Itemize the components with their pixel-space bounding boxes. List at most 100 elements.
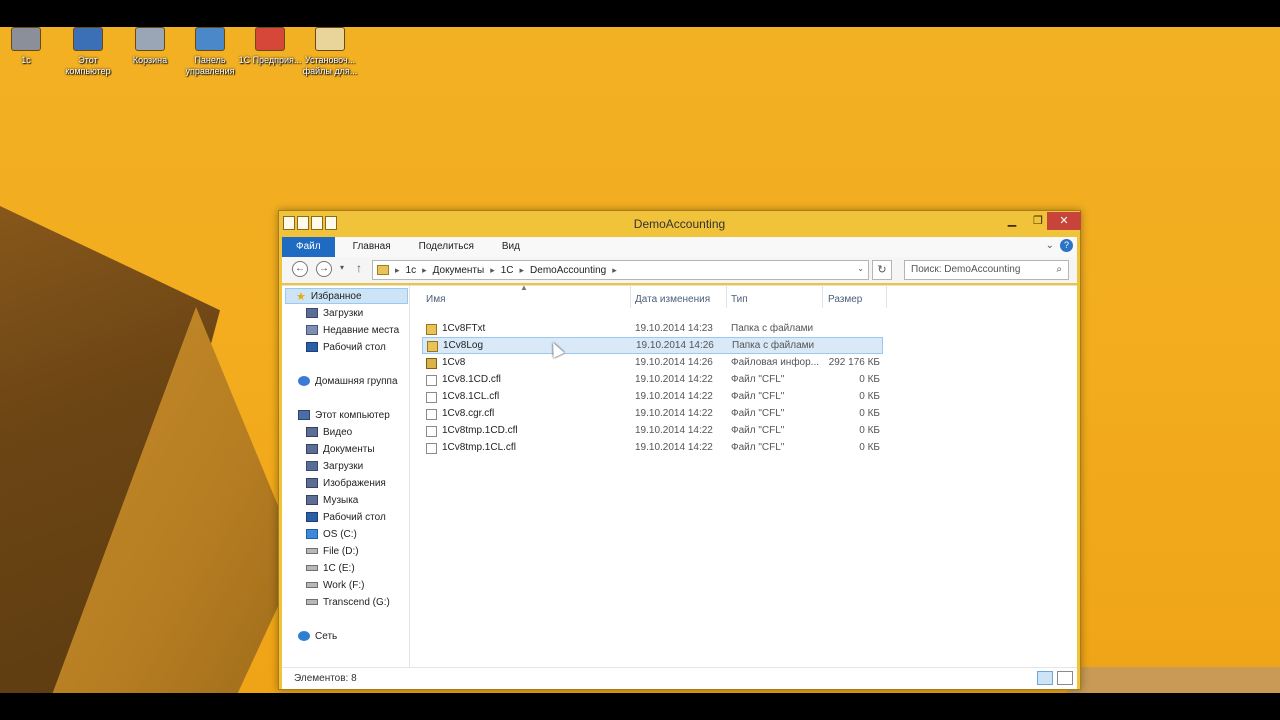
nav-desktop-pc[interactable]: Рабочий стол [306, 509, 386, 525]
desktop-icon-install-files[interactable]: Установоч... файлы для... [298, 27, 362, 77]
network-icon [298, 631, 310, 641]
tab-file[interactable]: Файл [282, 237, 335, 257]
close-button[interactable]: ✕ [1047, 212, 1081, 230]
file-name: 1Cv8tmp.1CD.cfl [442, 425, 518, 436]
desktop-icon-label: Панель управления [185, 55, 235, 76]
file-date: 19.10.2014 14:26 [636, 340, 714, 351]
breadcrumb-separator[interactable]: ▸ [518, 265, 527, 276]
nav-downloads-pc[interactable]: Загрузки [306, 458, 363, 474]
nav-label: File (D:) [323, 545, 359, 557]
file-row[interactable]: 1Cv8.cgr.cfl 19.10.2014 14:22 Файл "CFL"… [422, 406, 883, 423]
column-divider[interactable] [822, 286, 823, 308]
column-divider[interactable] [630, 286, 631, 308]
up-button[interactable]: ↑ [356, 261, 362, 275]
nav-label: Загрузки [323, 307, 364, 319]
nav-drive-c[interactable]: OS (C:) [306, 526, 357, 542]
breadcrumb-separator[interactable]: ▸ [420, 265, 429, 276]
nav-label: Рабочий стол [323, 511, 386, 523]
nav-label: Transcend (G:) [323, 596, 390, 608]
nav-network[interactable]: Сеть [298, 628, 337, 644]
desktop-icon-this-pc[interactable]: Этот компьютер [56, 27, 120, 77]
file-row[interactable]: 1Cv8.1CD.cfl 19.10.2014 14:22 Файл "CFL"… [422, 372, 883, 389]
column-header-date[interactable]: Дата изменения [635, 294, 710, 305]
column-header-name[interactable]: Имя [426, 294, 445, 305]
column-header-size[interactable]: Размер [828, 294, 862, 305]
folder-icon [426, 324, 437, 335]
drive-icon [306, 565, 318, 571]
nav-label: Избранное [310, 290, 362, 302]
breadcrumb-documents[interactable]: Документы [429, 265, 489, 276]
address-dropdown-icon[interactable]: ⌄ [857, 264, 864, 273]
nav-drive-d[interactable]: File (D:) [306, 543, 359, 559]
nav-pictures[interactable]: Изображения [306, 475, 386, 491]
help-icon[interactable]: ? [1060, 239, 1073, 252]
title-bar[interactable]: DemoAccounting ▁ ❐ ✕ [279, 211, 1081, 237]
nav-desktop[interactable]: Рабочий стол [306, 339, 386, 355]
sort-ascending-icon: ▲ [520, 283, 528, 292]
desktop-icon-control-panel[interactable]: Панель управления [178, 27, 242, 77]
address-bar[interactable]: ▸ 1c ▸ Документы ▸ 1C ▸ DemoAccounting ▸… [372, 260, 869, 280]
search-input[interactable]: Поиск: DemoAccounting ⌕ [904, 260, 1069, 280]
search-icon[interactable]: ⌕ [1056, 261, 1062, 279]
chevron-down-icon[interactable]: ⌄ [1046, 240, 1054, 251]
breadcrumb-separator[interactable]: ▸ [488, 265, 497, 276]
file-row-selected[interactable]: 1Cv8Log 19.10.2014 14:26 Папка с файлами [422, 337, 883, 354]
forward-button[interactable]: → [316, 261, 332, 277]
tab-share[interactable]: Поделиться [405, 237, 488, 257]
file-size: 0 КБ [859, 391, 880, 402]
nav-music[interactable]: Музыка [306, 492, 358, 508]
window-title: DemoAccounting [633, 217, 726, 231]
nav-drive-g[interactable]: Transcend (G:) [306, 594, 390, 610]
file-row[interactable]: 1Cv8FTxt 19.10.2014 14:23 Папка с файлам… [422, 321, 883, 338]
desktop-icon-1c[interactable]: 1c [0, 27, 58, 66]
file-size: 0 КБ [859, 442, 880, 453]
breadcrumb-1C[interactable]: 1C [497, 265, 518, 276]
drive-icon [306, 548, 318, 554]
videos-icon [306, 427, 318, 437]
column-divider[interactable] [726, 286, 727, 308]
os-drive-icon [306, 529, 318, 539]
nav-this-pc[interactable]: Этот компьютер [298, 407, 390, 423]
tab-view[interactable]: Вид [488, 237, 534, 257]
back-button[interactable]: ← [292, 261, 308, 277]
file-type: Файловая инфор... [731, 357, 820, 368]
explorer-body: ★ Избранное Загрузки Недавние места Рабо… [282, 283, 1077, 668]
refresh-button[interactable]: ↻ [872, 260, 892, 280]
nav-homegroup[interactable]: Домашняя группа [298, 373, 398, 389]
recent-locations-dropdown[interactable]: ▾ [340, 263, 344, 272]
nav-downloads[interactable]: Загрузки [306, 305, 363, 321]
breadcrumb-separator[interactable]: ▸ [393, 265, 402, 276]
breadcrumb-separator[interactable]: ▸ [610, 265, 619, 276]
nav-drive-e[interactable]: 1C (E:) [306, 560, 355, 576]
column-divider[interactable] [886, 286, 887, 308]
nav-label: Изображения [323, 477, 386, 489]
nav-label: Этот компьютер [315, 409, 390, 421]
nav-recent-places[interactable]: Недавние места [306, 322, 399, 338]
minimize-button[interactable]: ▁ [999, 212, 1025, 230]
file-row[interactable]: 1Cv8.1CL.cfl 19.10.2014 14:22 Файл "CFL"… [422, 389, 883, 406]
nav-documents[interactable]: Документы [306, 441, 375, 457]
nav-videos[interactable]: Видео [306, 424, 352, 440]
desktop-icon-recycle-bin[interactable]: Корзина [118, 27, 182, 66]
address-row: ← → ▾ ↑ ▸ 1c ▸ Документы ▸ 1C ▸ DemoAcco… [282, 257, 1077, 283]
item-count: Элементов: 8 [294, 673, 357, 684]
large-icons-view-button[interactable] [1057, 671, 1073, 685]
nav-label: Work (F:) [323, 579, 365, 591]
file-row[interactable]: 1Cv8 19.10.2014 14:26 Файловая инфор... … [422, 355, 883, 372]
file-row[interactable]: 1Cv8tmp.1CL.cfl 19.10.2014 14:22 Файл "C… [422, 440, 883, 457]
nav-drive-f[interactable]: Work (F:) [306, 577, 364, 593]
nav-label: 1C (E:) [323, 562, 355, 574]
tab-home[interactable]: Главная [339, 237, 405, 257]
desktop-icon-label: 1c [21, 55, 31, 65]
1c-enterprise-icon [255, 27, 285, 51]
downloads-icon [306, 308, 318, 318]
file-icon [426, 375, 437, 386]
breadcrumb-1c[interactable]: 1c [402, 265, 421, 276]
details-view-button[interactable] [1037, 671, 1053, 685]
control-panel-icon [195, 27, 225, 51]
column-header-type[interactable]: Тип [731, 294, 748, 305]
nav-favorites[interactable]: ★ Избранное [285, 288, 408, 304]
file-row[interactable]: 1Cv8tmp.1CD.cfl 19.10.2014 14:22 Файл "C… [422, 423, 883, 440]
breadcrumb-demoaccounting[interactable]: DemoAccounting [526, 265, 610, 276]
desktop-icon-1c-enterprise[interactable]: 1С Предприя... [238, 27, 302, 66]
